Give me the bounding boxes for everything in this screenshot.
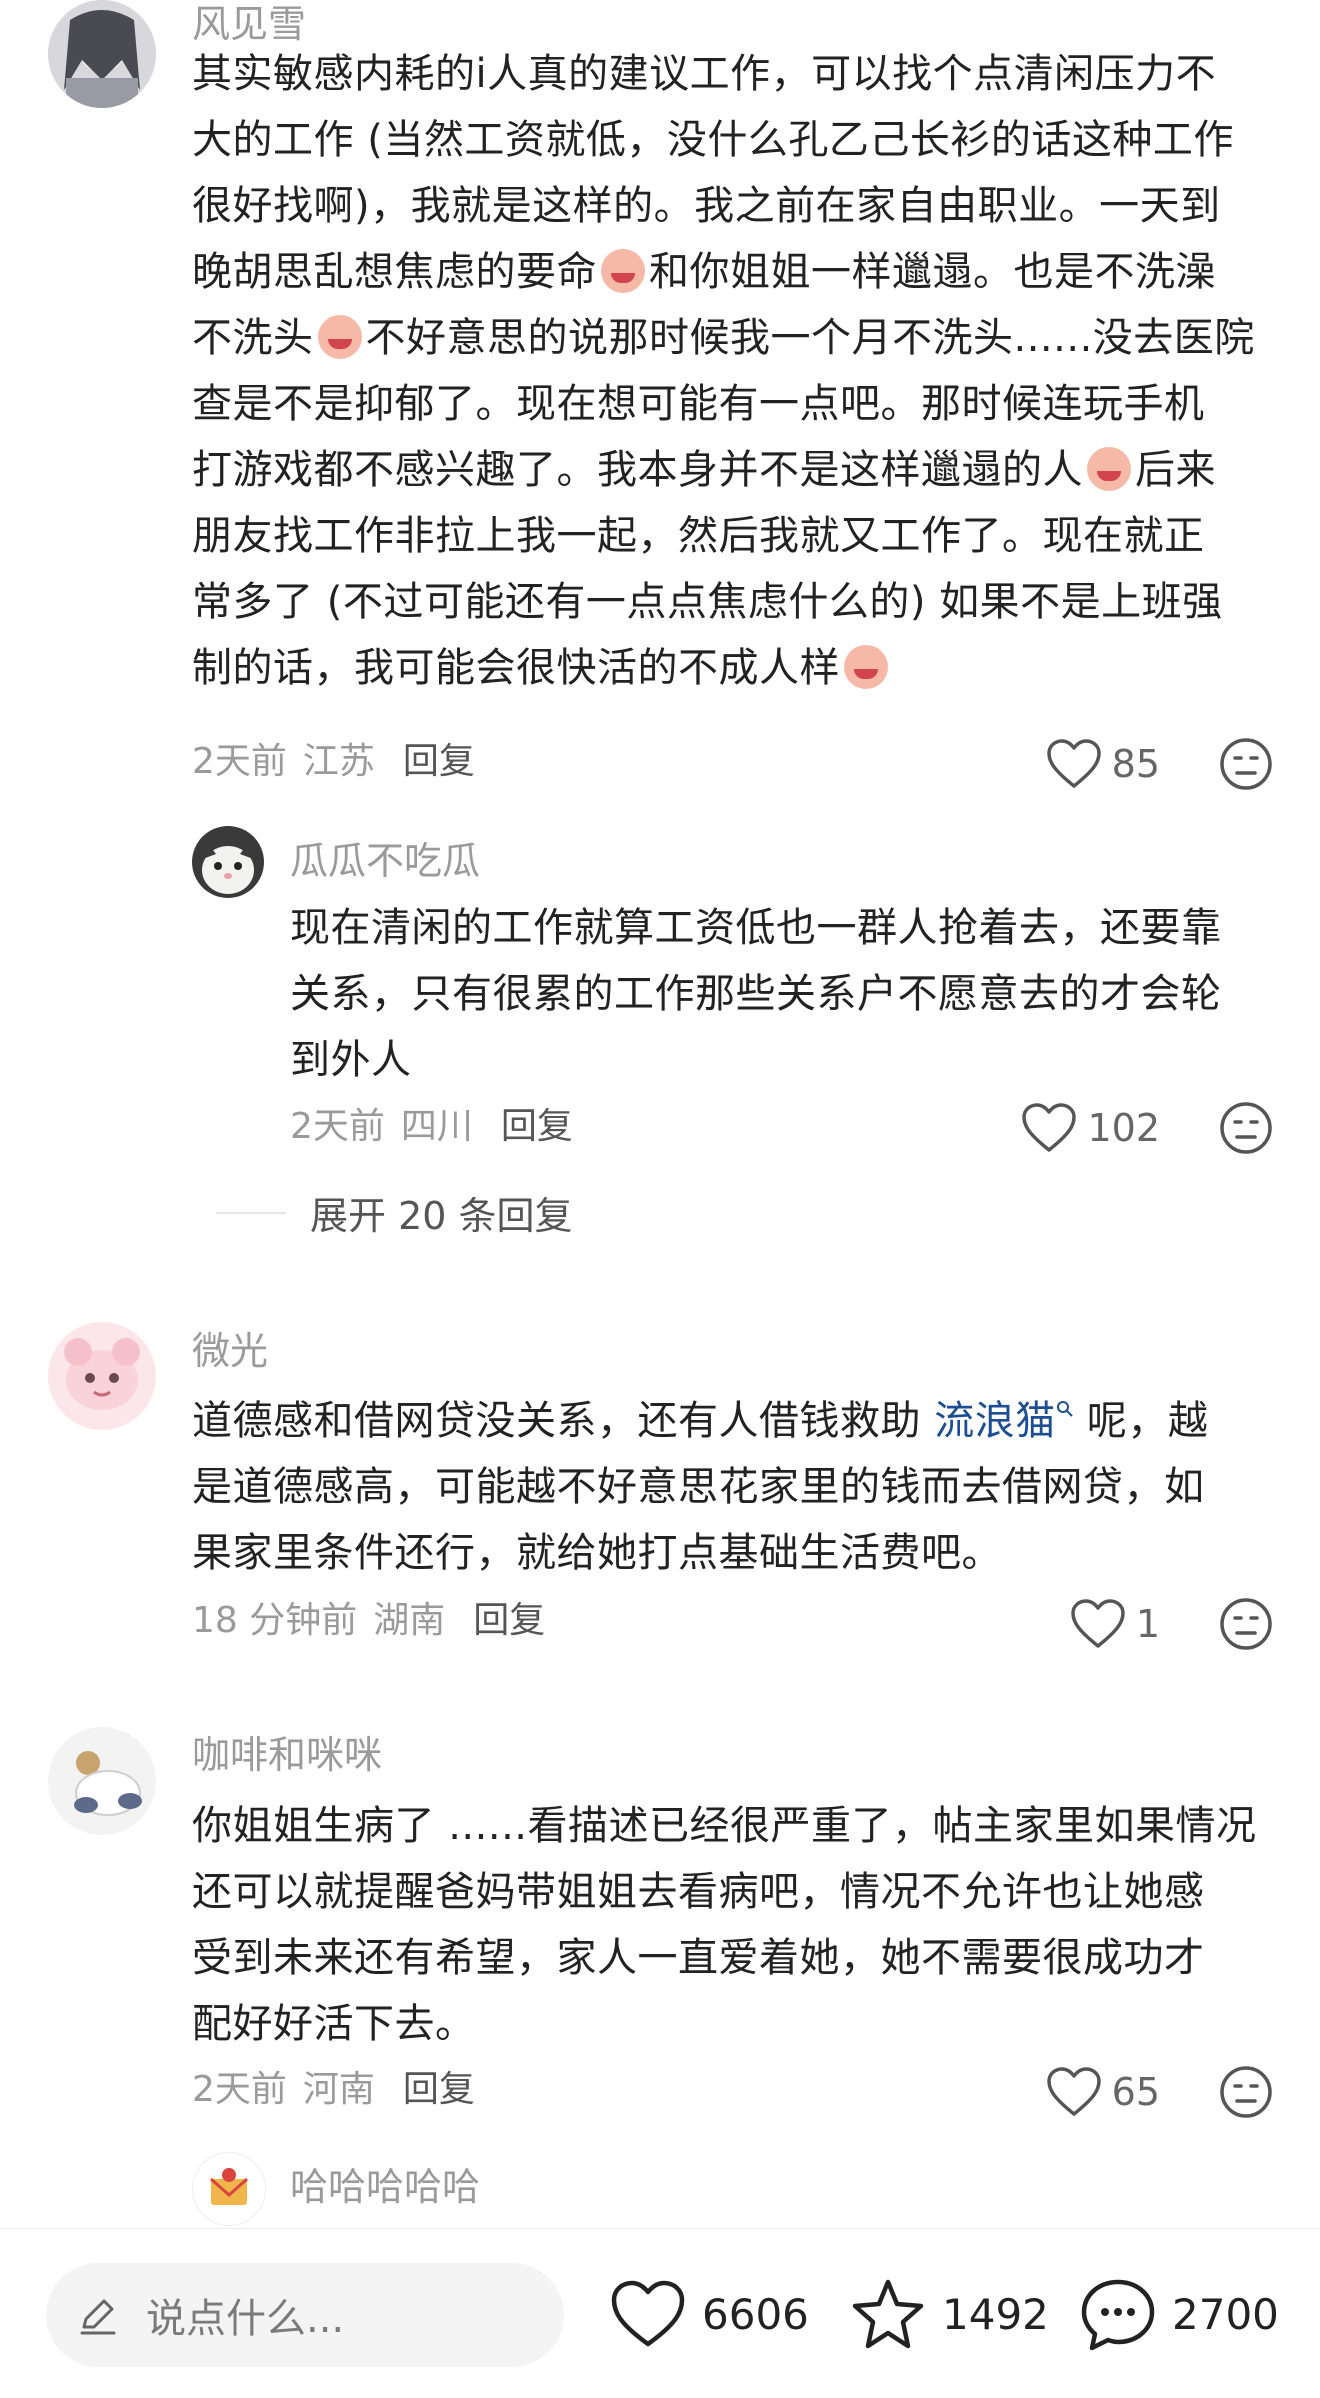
comment-bubble-icon xyxy=(1081,2279,1155,2351)
text-seg: 后来 xyxy=(1135,447,1216,493)
heart-icon xyxy=(1022,1103,1077,1152)
comment-time: 2天前 xyxy=(192,2069,287,2110)
text-line: 制的话，我可能会很快活的不成人样 xyxy=(192,635,1282,701)
bottom-action-bar: 说点什么... 6606 1492 2700 xyxy=(0,2228,1320,2398)
like-button[interactable]: 65 xyxy=(1046,2064,1160,2120)
text-line: 很好找啊)，我就是这样的。我之前在家自由职业。一天到 xyxy=(192,183,1221,229)
comment-input[interactable]: 说点什么... xyxy=(46,2263,564,2367)
favorite-total: 1492 xyxy=(942,2289,1049,2339)
comment-time: 18 分钟前 xyxy=(192,1600,358,1641)
avatar[interactable] xyxy=(192,826,264,898)
comment-text: 你姐姐生病了 ......看描述已经很严重了，帖主家里如果情况 还可以就提醒爸妈… xyxy=(192,1793,1282,2057)
input-placeholder: 说点什么... xyxy=(146,2296,345,2342)
reply-meta: 2天前 四川 回复 xyxy=(290,1103,573,1151)
emoji-icon xyxy=(317,315,362,359)
reply-text: 现在清闲的工作就算工资低也一群人抢着去，还要靠 关系，只有很累的工作那些关系户不… xyxy=(290,895,1280,1093)
like-count: 85 xyxy=(1111,742,1160,786)
dislike-face-icon[interactable] xyxy=(1218,736,1274,792)
text-line: 是道德感高，可能越不好意思花家里的钱而去借网贷，如 xyxy=(192,1464,1205,1510)
text-line: 果家里条件还行，就给她打点基础生活费吧。 xyxy=(192,1530,1002,1576)
comment-meta: 2天前 江苏 回复 xyxy=(192,738,475,786)
heart-icon xyxy=(1046,739,1101,788)
comment-time: 2天前 xyxy=(290,1106,385,1147)
text-line: 现在清闲的工作就算工资低也一群人抢着去，还要靠 xyxy=(290,905,1222,951)
like-post-button[interactable]: 6606 xyxy=(608,2269,809,2359)
comment-location: 湖南 xyxy=(373,1600,446,1641)
text-line: 关系，只有很累的工作那些关系户不愿意去的才会轮 xyxy=(290,971,1222,1017)
avatar[interactable] xyxy=(192,2152,266,2226)
comment-author[interactable]: 咖啡和咪咪 xyxy=(192,1731,382,1779)
text-line: 还可以就提醒爸妈带姐姐去看病吧，情况不允许也让她感 xyxy=(192,1869,1205,1915)
avatar[interactable] xyxy=(48,1727,156,1835)
like-button[interactable]: 1 xyxy=(1070,1596,1160,1652)
heart-icon xyxy=(1071,1599,1125,1648)
text-seg: 不好意思的说那时候我一个月不洗头......没去医院 xyxy=(365,315,1255,361)
avatar[interactable] xyxy=(48,1322,156,1430)
dislike-face-icon[interactable] xyxy=(1218,1596,1274,1652)
star-icon xyxy=(852,2279,924,2349)
like-total: 6606 xyxy=(702,2289,809,2339)
emoji-icon xyxy=(601,249,645,293)
like-count: 102 xyxy=(1087,1106,1160,1150)
comment-location: 江苏 xyxy=(302,741,375,782)
text-line: 到外人 xyxy=(290,1037,412,1083)
like-count: 65 xyxy=(1111,2070,1160,2114)
reply-author[interactable]: 瓜瓜不吃瓜 xyxy=(290,837,480,885)
text-seg: 打游戏都不感兴趣了。我本身并不是这样邋遢的人 xyxy=(192,447,1083,493)
reply-button[interactable]: 回复 xyxy=(403,2069,475,2110)
expand-label: 展开 20 条回复 xyxy=(310,1194,573,1238)
like-button[interactable]: 85 xyxy=(1046,736,1160,792)
heart-icon xyxy=(1046,2067,1101,2116)
text-line: 大的工作 (当然工资就低，没什么孔乙己长衫的话这种工作 xyxy=(192,117,1234,163)
expand-replies-button[interactable]: 展开 20 条回复 xyxy=(216,1185,573,1240)
comment-meta: 18 分钟前 湖南 回复 xyxy=(192,1597,545,1645)
heart-icon xyxy=(611,2280,685,2347)
text-seg: 制的话，我可能会很快活的不成人样 xyxy=(192,645,840,691)
avatar[interactable] xyxy=(48,0,156,108)
reply-button[interactable]: 回复 xyxy=(403,741,475,782)
text-line: 你姐姐生病了 ......看描述已经很严重了，帖主家里如果情况 xyxy=(192,1803,1257,1849)
comment-location: 河南 xyxy=(302,2069,375,2110)
emoji-icon xyxy=(1087,447,1131,491)
favorite-button[interactable]: 1492 xyxy=(848,2269,1049,2359)
text-line: 其实敏感内耗的i人真的建议工作，可以找个点清闲压力不 xyxy=(192,51,1217,97)
emoji-icon xyxy=(844,645,888,689)
comment-time: 2天前 xyxy=(192,741,287,782)
comment-text: 道德感和借网贷没关系，还有人借钱救助 流浪猫 呢，越 是道德感高，可能越不好意思… xyxy=(192,1388,1282,1586)
comment-total: 2700 xyxy=(1172,2289,1279,2339)
text-line: 受到未来还有希望，家人一直爱着她，她不需要很成功才 xyxy=(192,1935,1205,1981)
text-seg: 晚胡思乱想焦虑的要命 xyxy=(192,249,597,295)
reply-author[interactable]: 哈哈哈哈哈 xyxy=(290,2163,480,2211)
text-seg: 道德感和借网贷没关系，还有人借钱救助 xyxy=(192,1398,935,1444)
search-icon[interactable] xyxy=(1056,1400,1074,1418)
comment-author[interactable]: 微光 xyxy=(192,1327,268,1375)
text-line: 查是不是抑郁了。现在想可能有一点吧。那时候连玩手机 xyxy=(192,381,1205,427)
reply-button[interactable]: 回复 xyxy=(501,1106,573,1147)
comment-text: 其实敏感内耗的i人真的建议工作，可以找个点清闲压力不 大的工作 (当然工资就低，… xyxy=(192,41,1282,701)
text-line: 道德感和借网贷没关系，还有人借钱救助 流浪猫 呢，越 xyxy=(192,1388,1282,1454)
like-button[interactable]: 102 xyxy=(1021,1100,1160,1156)
divider xyxy=(216,1211,286,1214)
comments-button[interactable]: 2700 xyxy=(1078,2269,1279,2359)
topic-link[interactable]: 流浪猫 xyxy=(934,1398,1056,1444)
dislike-face-icon[interactable] xyxy=(1218,2064,1274,2120)
text-line: 打游戏都不感兴趣了。我本身并不是这样邋遢的人 后来 xyxy=(192,437,1282,503)
reply-button[interactable]: 回复 xyxy=(473,1600,545,1641)
dislike-face-icon[interactable] xyxy=(1218,1100,1274,1156)
text-line: 晚胡思乱想焦虑的要命 和你姐姐一样邋遢。也是不洗澡 xyxy=(192,239,1282,305)
like-count: 1 xyxy=(1135,1602,1160,1646)
text-line: 常多了 (不过可能还有一点点焦虑什么的) 如果不是上班强 xyxy=(192,579,1223,625)
text-line: 配好好活下去。 xyxy=(192,2001,476,2047)
text-seg: 呢，越 xyxy=(1073,1398,1209,1444)
pencil-icon xyxy=(80,2299,116,2335)
text-seg: 不洗头 xyxy=(192,315,314,361)
text-seg: 和你姐姐一样邋遢。也是不洗澡 xyxy=(649,249,1216,295)
comment-meta: 2天前 河南 回复 xyxy=(192,2066,475,2114)
text-line: 不洗头 不好意思的说那时候我一个月不洗头......没去医院 xyxy=(192,305,1282,371)
text-line: 朋友找工作非拉上我一起，然后我就又工作了。现在就正 xyxy=(192,513,1205,559)
comment-location: 四川 xyxy=(400,1106,473,1147)
